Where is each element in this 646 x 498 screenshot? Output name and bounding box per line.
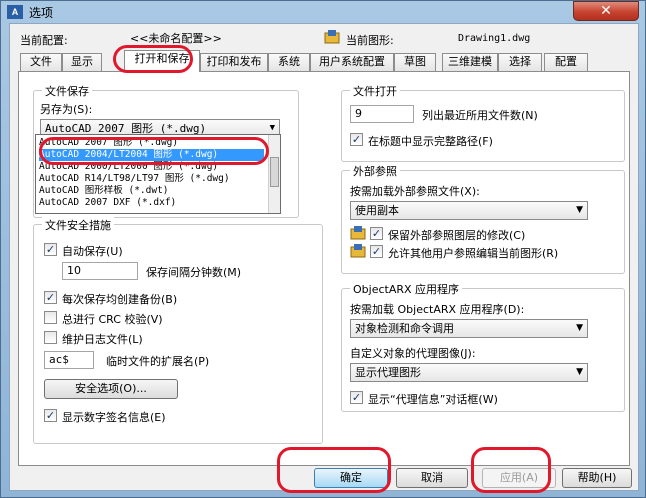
- backup-label: 每次保存均创建备份(B): [62, 293, 178, 306]
- close-button[interactable]: ✕: [573, 1, 639, 21]
- recent-files-count-label: 列出最近所用文件数(N): [422, 109, 538, 122]
- xref-group: 外部参照 按需加载外部参照文件(X): 使用副本 ▼ ✓ 保留外部参照图层的修改…: [341, 163, 625, 274]
- recent-files-count-input[interactable]: 9: [350, 105, 414, 123]
- help-button[interactable]: 帮助(H): [562, 468, 632, 488]
- tab-plot-publish[interactable]: 打印和发布: [200, 53, 268, 71]
- tab-system[interactable]: 系统: [268, 53, 310, 71]
- proxy-image-label: 自定义对象的代理图像(J):: [350, 347, 476, 360]
- xref-layer-icon: [350, 226, 366, 240]
- window-title: 选项: [29, 6, 54, 20]
- tab-files[interactable]: 文件: [20, 53, 62, 71]
- dropdown-option[interactable]: AutoCAD 2007 DXF (*.dxf): [39, 197, 264, 209]
- tab-display[interactable]: 显示: [62, 53, 102, 71]
- options-dialog: A 选项 ✕ 当前配置: <<未命名配置>> 当前图形: Drawing1.dw…: [0, 0, 646, 498]
- full-path-checkbox[interactable]: ✓: [350, 133, 363, 146]
- full-path-label: 在标题中显示完整路径(F): [368, 135, 493, 148]
- current-drawing-label: 当前图形:: [346, 34, 394, 47]
- title-bar: A 选项 ✕: [1, 1, 645, 23]
- objectarx-title: ObjectARX 应用程序: [350, 281, 463, 297]
- security-options-button[interactable]: 安全选项(O)...: [44, 379, 178, 399]
- dialog-client: 当前配置: <<未命名配置>> 当前图形: Drawing1.dwg 文件 显示…: [9, 23, 639, 491]
- crc-checkbox[interactable]: [44, 311, 57, 324]
- backup-checkbox[interactable]: ✓: [44, 291, 57, 304]
- allow-xref-edit-label: 允许其他用户参照编辑当前图形(R): [388, 247, 559, 260]
- proxy-info-checkbox[interactable]: ✓: [350, 391, 363, 404]
- xref-demand-load-select[interactable]: 使用副本 ▼: [350, 201, 588, 220]
- file-open-group: 文件打开 9 列出最近所用文件数(N) ✓ 在标题中显示完整路径(F): [341, 83, 625, 162]
- xref-title: 外部参照: [350, 163, 400, 179]
- file-safety-title: 文件安全措施: [42, 217, 114, 233]
- arx-demand-load-select[interactable]: 对象检测和命令调用 ▼: [350, 319, 588, 338]
- chevron-down-icon: ▼: [576, 323, 583, 333]
- arx-demand-load-label: 按需加载 ObjectARX 应用程序(D):: [350, 303, 525, 316]
- tab-selection[interactable]: 选择: [498, 53, 542, 71]
- drawing-icon: [324, 30, 340, 44]
- file-safety-group: 文件安全措施 ✓ 自动保存(U) 10 保存间隔分钟数(M) ✓ 每次保存均创建…: [33, 217, 323, 444]
- arx-demand-load-value: 对象检测和命令调用: [355, 322, 454, 335]
- file-save-title: 文件保存: [42, 83, 92, 99]
- allow-xref-edit-checkbox[interactable]: ✓: [370, 245, 383, 258]
- objectarx-group: ObjectARX 应用程序 按需加载 ObjectARX 应用程序(D): 对…: [341, 281, 625, 412]
- tab-3d-modeling[interactable]: 三维建模: [442, 53, 498, 71]
- retain-xref-changes-label: 保留外部参照图层的修改(C): [388, 229, 526, 242]
- autosave-interval-label: 保存间隔分钟数(M): [146, 266, 242, 279]
- retain-xref-changes-checkbox[interactable]: ✓: [370, 227, 383, 240]
- proxy-image-value: 显示代理图形: [355, 366, 421, 379]
- dropdown-option[interactable]: AutoCAD 图形样板 (*.dwt): [39, 185, 264, 197]
- log-label: 维护日志文件(L): [62, 333, 143, 346]
- current-profile-value: <<未命名配置>>: [130, 32, 222, 45]
- annotation-highlight-apply: [471, 447, 551, 493]
- digital-signature-checkbox[interactable]: ✓: [44, 409, 57, 422]
- chevron-down-icon: ▼: [576, 367, 583, 377]
- dropdown-option[interactable]: AutoCAD R14/LT98/LT97 图形 (*.dwg): [39, 173, 264, 185]
- tab-profiles[interactable]: 配置: [544, 53, 588, 71]
- cancel-button[interactable]: 取消: [396, 468, 468, 488]
- annotation-highlight-option: [39, 137, 269, 165]
- xref-demand-load-value: 使用副本: [355, 204, 399, 217]
- xref-edit-icon: [350, 244, 366, 258]
- current-drawing-value: Drawing1.dwg: [458, 33, 531, 44]
- proxy-info-label: 显示“代理信息”对话框(W): [368, 393, 498, 406]
- autosave-label: 自动保存(U): [62, 245, 123, 258]
- xref-demand-load-label: 按需加载外部参照文件(X):: [350, 185, 480, 198]
- save-as-label: 另存为(S):: [40, 103, 93, 116]
- chevron-down-icon: ▼: [576, 205, 583, 215]
- autosave-interval-input[interactable]: 10: [62, 262, 138, 280]
- dropdown-scrollbar[interactable]: [268, 135, 280, 213]
- annotation-highlight-ok: [277, 447, 391, 493]
- scrollbar-thumb[interactable]: [270, 157, 279, 187]
- annotation-highlight-tab: [113, 45, 193, 73]
- tab-user-preferences[interactable]: 用户系统配置: [310, 53, 394, 71]
- digital-signature-label: 显示数字签名信息(E): [62, 411, 166, 424]
- log-checkbox[interactable]: [44, 331, 57, 344]
- tab-drafting[interactable]: 草图: [394, 53, 436, 71]
- tab-panel: 文件保存 另存为(S): AutoCAD 2007 图形 (*.dwg) ▼ 文…: [18, 71, 630, 466]
- proxy-image-select[interactable]: 显示代理图形 ▼: [350, 363, 588, 382]
- autocad-icon: A: [7, 5, 23, 19]
- temp-ext-label: 临时文件的扩展名(P): [106, 355, 210, 368]
- autosave-checkbox[interactable]: ✓: [44, 243, 57, 256]
- temp-ext-input[interactable]: ac$: [44, 351, 94, 369]
- crc-label: 总进行 CRC 校验(V): [62, 313, 163, 326]
- file-open-title: 文件打开: [350, 83, 400, 99]
- current-profile-label: 当前配置:: [20, 34, 68, 47]
